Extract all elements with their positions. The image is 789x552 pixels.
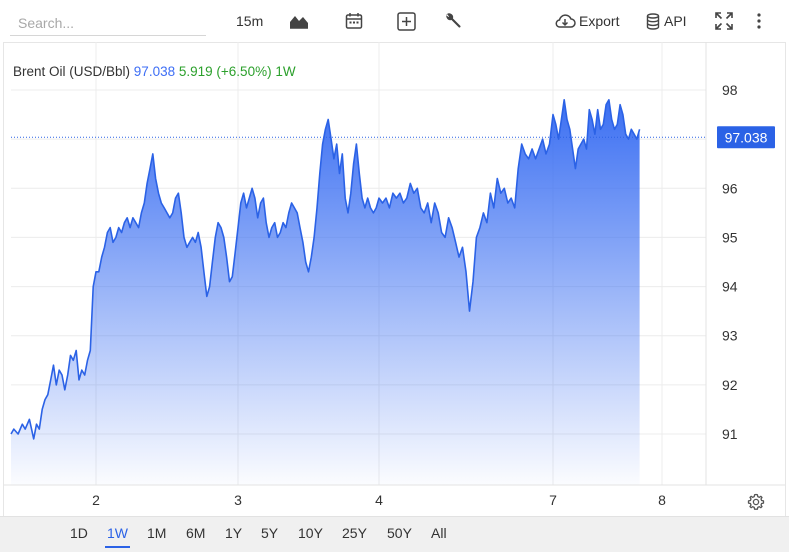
- y-tick-label: 92: [722, 377, 738, 393]
- range-1w[interactable]: 1W: [105, 525, 130, 548]
- last-price: 97.038: [133, 64, 176, 79]
- price-area-fill: [11, 99, 640, 486]
- range-1d[interactable]: 1D: [68, 525, 90, 546]
- series-name: Brent Oil (USD/Bbl): [13, 64, 131, 79]
- y-tick-label: 93: [722, 328, 738, 344]
- x-tick-label: 7: [549, 492, 557, 508]
- y-tick-label: 95: [722, 229, 738, 245]
- y-tick-label: 98: [722, 82, 738, 98]
- range-10y[interactable]: 10Y: [296, 525, 325, 546]
- x-tick-label: 4: [375, 492, 383, 508]
- range-all[interactable]: All: [429, 525, 449, 546]
- legend-period: 1W: [275, 64, 296, 79]
- x-tick-label: 8: [658, 492, 666, 508]
- y-tick-label: 91: [722, 426, 738, 442]
- range-1y[interactable]: 1Y: [223, 525, 244, 546]
- last-price-tag-label: 97.038: [725, 129, 768, 145]
- range-bar: 1D 1W 1M 6M 1Y 5Y 10Y 25Y 50Y All: [0, 516, 789, 552]
- y-tick-label: 94: [722, 279, 738, 295]
- y-tick-label: 96: [722, 180, 738, 196]
- range-25y[interactable]: 25Y: [340, 525, 369, 546]
- range-6m[interactable]: 6M: [184, 525, 207, 546]
- price-change: 5.919: [178, 64, 213, 79]
- x-tick-label: 3: [234, 492, 242, 508]
- range-50y[interactable]: 50Y: [385, 525, 414, 546]
- series-legend: Brent Oil (USD/Bbl) 97.038 5.919 (+6.50%…: [13, 64, 296, 79]
- chart-settings-gear-icon[interactable]: [747, 493, 765, 511]
- price-change-percent: (+6.50%): [216, 64, 272, 79]
- range-5y[interactable]: 5Y: [259, 525, 280, 546]
- x-tick-label: 2: [92, 492, 100, 508]
- range-1m[interactable]: 1M: [145, 525, 168, 546]
